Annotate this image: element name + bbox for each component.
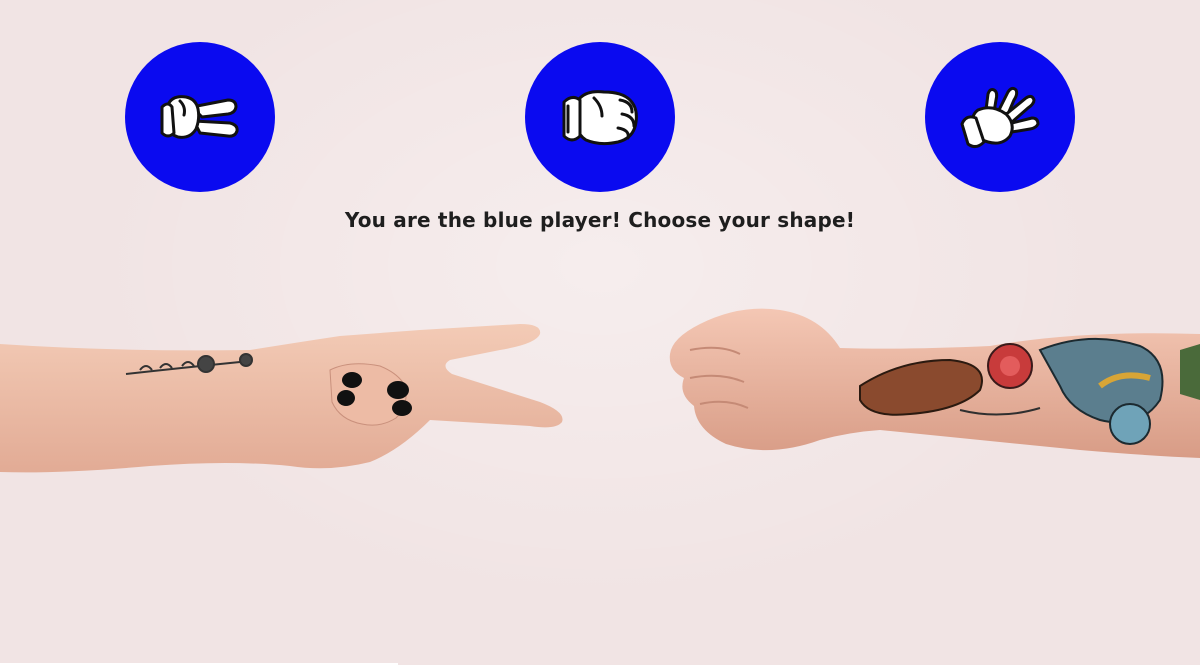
scissors-choice-button[interactable]: [125, 42, 275, 192]
paper-choice-button[interactable]: [925, 42, 1075, 192]
rock-choice-button[interactable]: [525, 42, 675, 192]
left-arm-scissors: [0, 324, 563, 473]
instruction-text: You are the blue player! Choose your sha…: [344, 208, 856, 232]
right-arm-rock: [669, 308, 1200, 458]
game-stage: You are the blue player! Choose your sha…: [0, 0, 1200, 665]
rock-fist-icon: [562, 90, 638, 146]
hands-photo: [0, 308, 1200, 473]
paper-hand-icon: [960, 86, 1040, 149]
scissors-hand-icon: [160, 95, 239, 139]
